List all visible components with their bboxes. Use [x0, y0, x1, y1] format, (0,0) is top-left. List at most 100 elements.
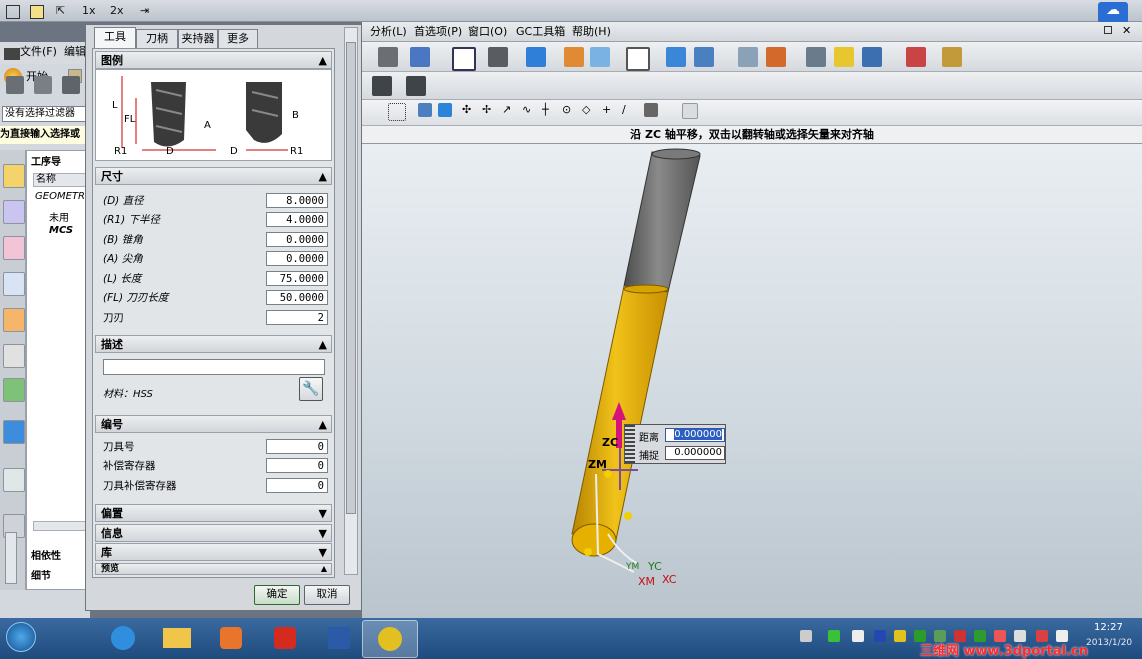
tool-icon-2[interactable] — [34, 76, 52, 94]
adjust-register-input[interactable]: 0 — [266, 458, 328, 473]
section-numbering[interactable]: 编号 ▲ — [95, 415, 332, 433]
part-icon[interactable] — [418, 103, 432, 117]
cut-tool-icon[interactable] — [378, 47, 398, 67]
restore-icon[interactable] — [1104, 26, 1112, 34]
taskbar-ie[interactable] — [96, 620, 150, 656]
generate-icon[interactable] — [372, 76, 392, 96]
clock-time[interactable]: 12:27 — [1094, 622, 1123, 633]
bluetooth-icon[interactable] — [874, 630, 886, 642]
tool-icon-3[interactable] — [62, 76, 80, 94]
wcs-icon[interactable] — [666, 47, 686, 67]
keyboard-icon[interactable] — [800, 630, 812, 642]
tab-tool[interactable]: 工具 — [94, 27, 136, 48]
menu-preferences[interactable]: 首选项(P) — [414, 24, 462, 40]
menu-window[interactable]: 窗口(O) — [468, 24, 507, 40]
snap-icon[interactable] — [766, 47, 786, 67]
snap-face-icon[interactable] — [644, 103, 658, 117]
length-input[interactable]: 75.0000 — [266, 271, 328, 286]
wrench-icon[interactable]: 🔧 — [299, 377, 323, 401]
measure-icon[interactable] — [806, 47, 826, 67]
diameter-input[interactable]: 8.0000 — [266, 193, 328, 208]
snap-end-icon[interactable]: ✢ — [482, 103, 498, 119]
selection-filter[interactable]: 没有选择过滤器 — [2, 106, 88, 122]
geometry-view-icon[interactable] — [3, 272, 25, 296]
pin-icon[interactable]: ⇥ — [140, 3, 149, 19]
menu-analysis[interactable]: 分析(L) — [370, 24, 407, 40]
cube-icon[interactable] — [526, 47, 546, 67]
dialog-scrollbar[interactable] — [344, 27, 358, 575]
ok-button[interactable]: 确定 — [254, 585, 300, 605]
snap-on-curve-icon[interactable]: ∕ — [622, 103, 638, 119]
taper-angle-input[interactable]: 0.0000 — [266, 232, 328, 247]
layer-box-icon[interactable] — [626, 47, 650, 71]
list-icon[interactable] — [738, 47, 758, 67]
operation-navigator-icon[interactable] — [3, 164, 25, 188]
export-icon[interactable]: ⇱ — [56, 3, 65, 19]
zoom-1x-button[interactable]: 1x — [82, 3, 96, 19]
column-header-name[interactable]: 名称 — [33, 173, 89, 187]
tray-icon-1[interactable] — [852, 630, 864, 642]
close-icon[interactable]: ✕ — [1122, 24, 1131, 37]
capture-icon[interactable] — [6, 5, 20, 19]
library-icon[interactable] — [3, 378, 25, 402]
cancel-button[interactable]: 取消 — [304, 585, 350, 605]
tree-unused[interactable]: 未用 — [49, 209, 69, 224]
taskbar-nx[interactable] — [362, 620, 418, 658]
tab-clamp[interactable]: 夹持器 — [178, 29, 218, 48]
input-box-grip[interactable] — [625, 425, 635, 463]
taskbar-explorer[interactable] — [150, 620, 204, 656]
tab-more[interactable]: 更多 — [218, 29, 258, 48]
detail-panel[interactable]: 细节 — [31, 567, 51, 582]
graphics-viewport[interactable]: ZC ZM YC YM XC XM 距离 0.000000 捕捉 0.00000… — [362, 144, 1142, 618]
endmill-shank[interactable] — [623, 148, 701, 293]
tip-angle-input[interactable]: 0.0000 — [266, 251, 328, 266]
snap-points-icon[interactable]: ✣ — [462, 103, 478, 119]
section-dimensions[interactable]: 尺寸 ▲ — [95, 167, 332, 185]
section-info[interactable]: 信息 ▼ — [95, 524, 332, 542]
body-icon[interactable] — [438, 103, 452, 117]
cursor-tool-icon[interactable] — [410, 47, 430, 67]
snap-curve-icon[interactable]: ∿ — [522, 103, 538, 119]
tool-number-input[interactable]: 0 — [266, 439, 328, 454]
lower-radius-input[interactable]: 4.0000 — [266, 212, 328, 227]
info-icon[interactable] — [3, 420, 25, 444]
play-icon[interactable] — [862, 47, 882, 67]
move-icon[interactable] — [694, 47, 714, 67]
snap-mid-icon[interactable]: ↗ — [502, 103, 518, 119]
ruler-icon[interactable] — [942, 47, 962, 67]
machine-tool-icon[interactable] — [3, 200, 25, 224]
menu-gc-toolbox[interactable]: GC工具箱 — [516, 24, 565, 40]
taskbar-media[interactable] — [204, 620, 258, 656]
tab-holder[interactable]: 刀柄 — [136, 29, 178, 48]
flute-length-input[interactable]: 50.0000 — [266, 290, 328, 305]
view-orient-icon[interactable] — [590, 47, 610, 67]
distance-icon[interactable] — [834, 47, 854, 67]
tray-icon-2[interactable] — [894, 630, 906, 642]
section-library[interactable]: 库 ▼ — [95, 543, 332, 561]
snap-intersect-icon[interactable]: ┼ — [542, 103, 558, 119]
navigator-hscroll[interactable] — [33, 521, 89, 531]
section-description[interactable]: 描述 ▲ — [95, 335, 332, 353]
menu-edit[interactable]: 编辑 — [64, 44, 86, 60]
verify-icon[interactable] — [406, 76, 426, 96]
taskbar-flash[interactable] — [258, 620, 312, 656]
section-legend[interactable]: 图例 ▲ — [95, 51, 332, 69]
snap-point-icon[interactable]: + — [602, 103, 618, 119]
section-offset[interactable]: 偏置 ▼ — [95, 504, 332, 522]
resource-scrollbar[interactable] — [5, 532, 17, 584]
distance-input[interactable]: 0.000000 — [665, 428, 725, 442]
document-icon[interactable] — [3, 468, 25, 492]
battery-icon[interactable] — [828, 630, 840, 642]
snap-center-icon[interactable]: ⊙ — [562, 103, 578, 119]
render-style-icon[interactable] — [488, 47, 508, 67]
start-button[interactable] — [6, 622, 36, 652]
cutcom-register-input[interactable]: 0 — [266, 478, 328, 493]
cloud-icon[interactable]: ☁ — [1098, 2, 1128, 24]
fit-view-icon[interactable] — [452, 47, 476, 71]
snap-input[interactable]: 0.000000 — [665, 446, 725, 460]
tree-geometry[interactable]: GEOMETR — [35, 191, 85, 202]
select-box-icon[interactable] — [388, 103, 406, 121]
snap-grid-icon[interactable] — [682, 103, 698, 119]
material-icon[interactable] — [564, 47, 584, 67]
window-icon[interactable] — [30, 5, 44, 19]
